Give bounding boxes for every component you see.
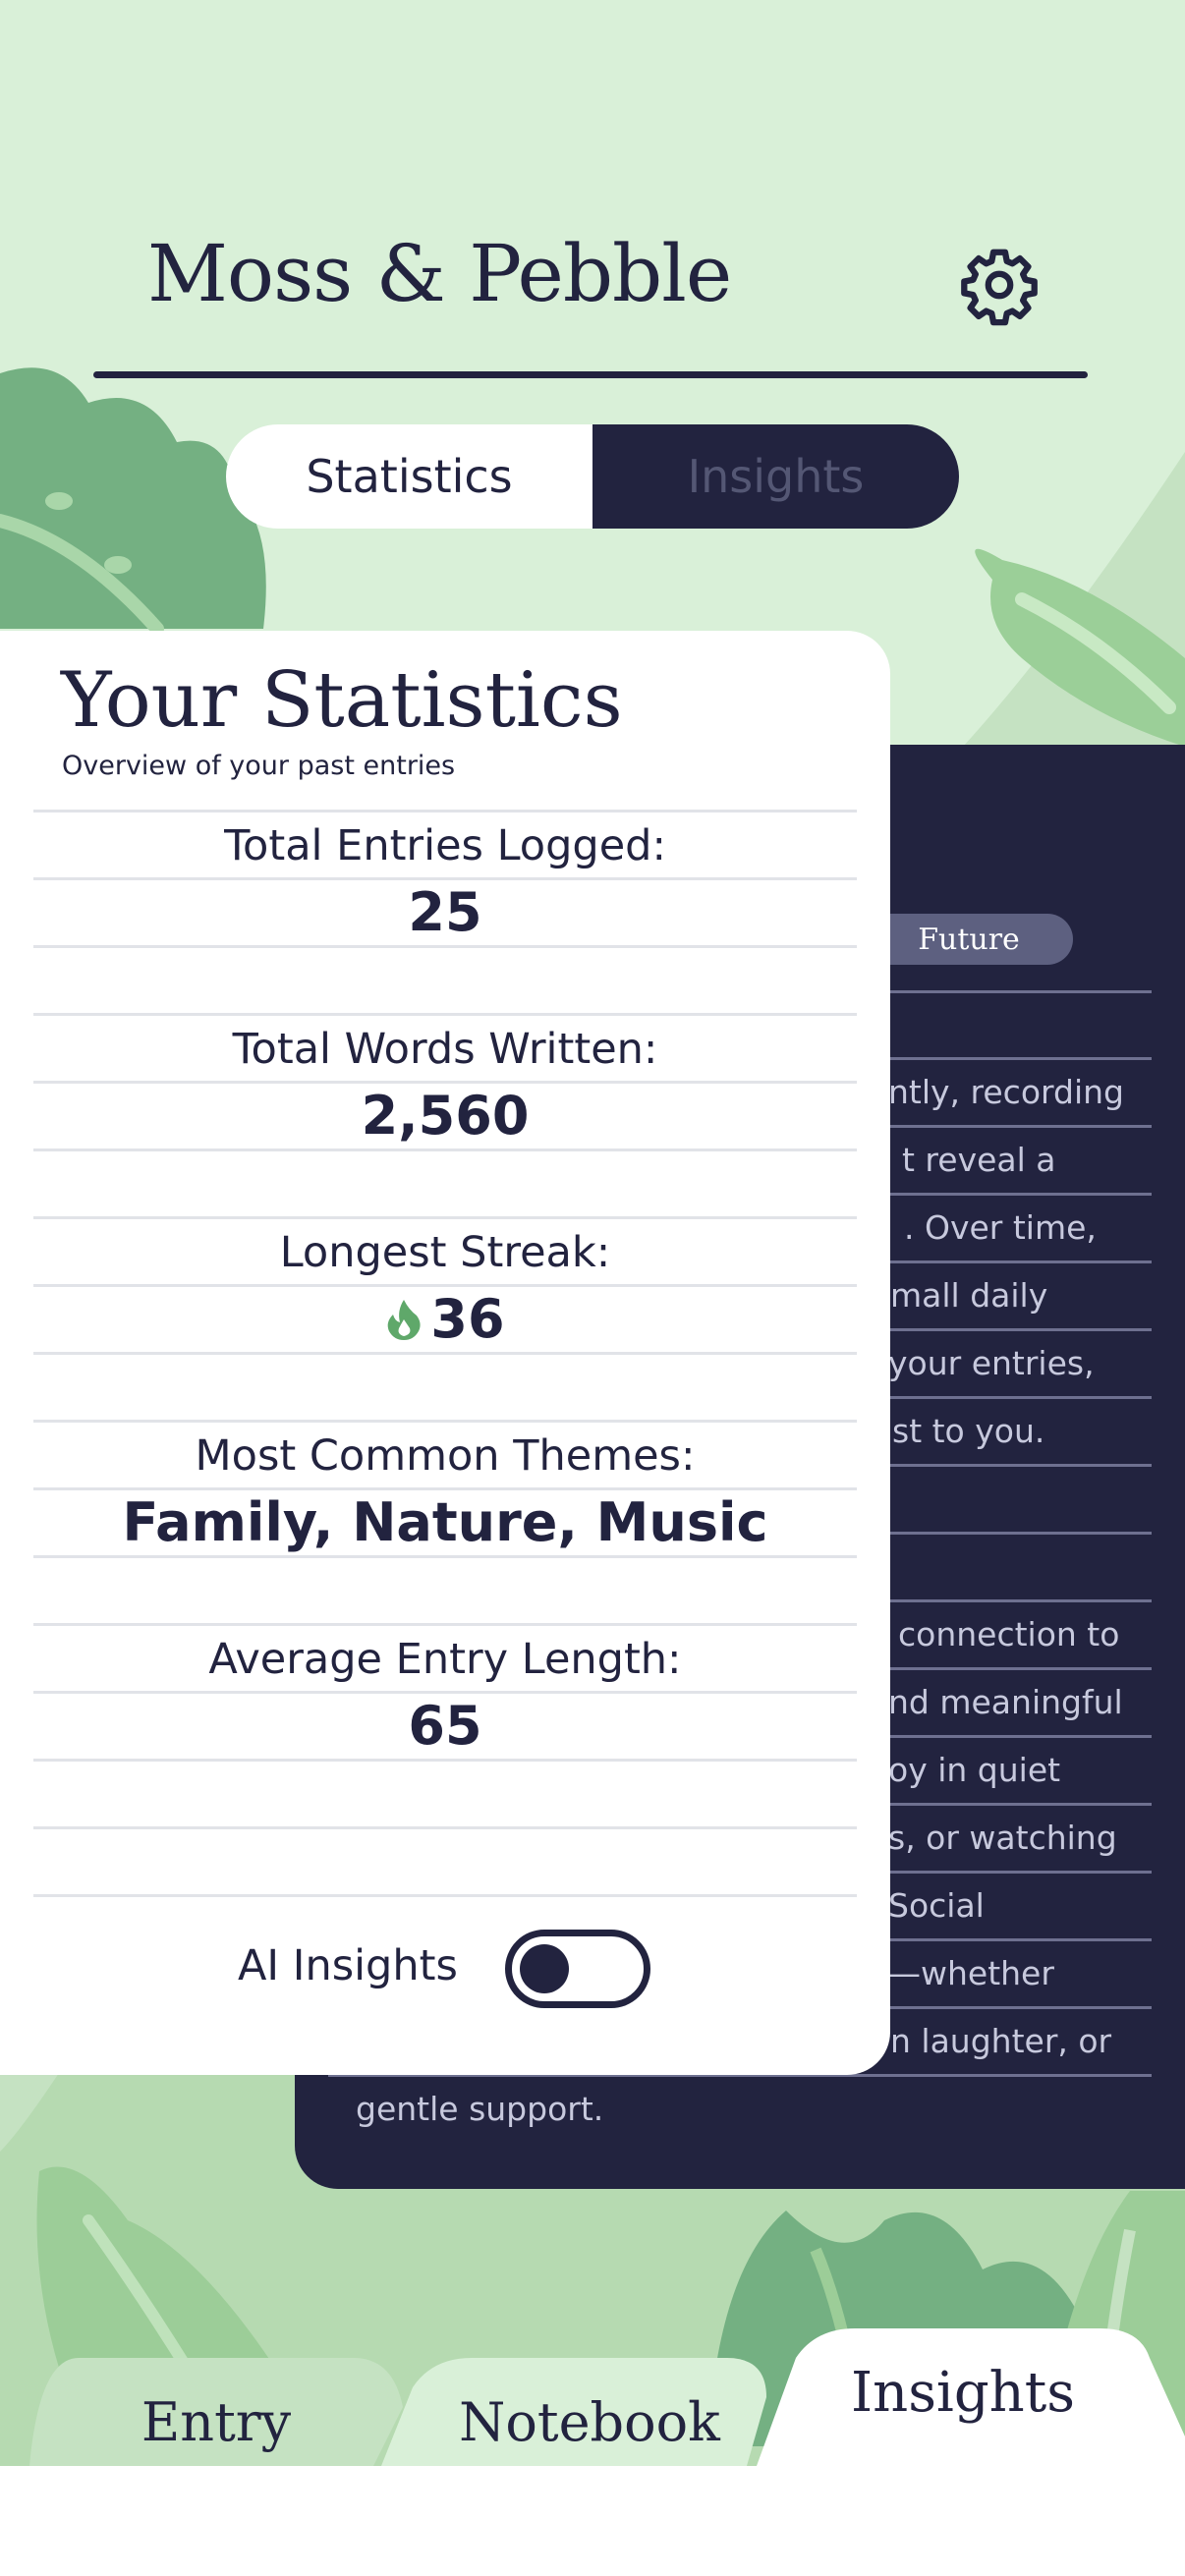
stat-label-streak: Longest Streak: [279,1228,611,1277]
statistics-title: Your Statistics [61,656,623,745]
statistics-subtitle: Overview of your past entries [62,751,456,781]
app-title: Moss & Pebble [147,228,732,319]
stat-value-themes: Family, Nature, Music [122,1491,768,1553]
insight-text: your entries, [888,1344,1095,1382]
tab-statistics[interactable]: Statistics [226,424,592,529]
insight-text: mall daily [890,1276,1048,1315]
divider [33,810,857,812]
insight-text: t reveal a [902,1141,1056,1179]
divider [33,1081,857,1084]
ai-insights-toggle[interactable] [505,1930,650,2008]
stat-label-words: Total Words Written: [232,1025,658,1074]
statistics-card: Your Statistics Overview of your past en… [0,631,890,2075]
insight-text: nd meaningful [888,1683,1123,1721]
divider [33,1691,857,1694]
divider [33,877,857,880]
divider [33,1352,857,1355]
future-pill[interactable]: Future [865,914,1073,965]
stat-value-streak: 36 [430,1288,505,1350]
stat-value-avg-length: 65 [408,1695,482,1757]
divider [33,1555,857,1558]
divider [33,945,857,948]
insight-text: —whether [888,1954,1054,1992]
insight-text: ntly, recording [888,1073,1124,1111]
gear-icon[interactable] [958,244,1041,326]
divider [33,1148,857,1151]
leaf-decoration-top-right [963,452,1185,747]
divider [33,1216,857,1219]
insight-text: Social [888,1886,985,1925]
stat-value-entries: 25 [408,881,482,943]
divider [33,1894,857,1897]
insight-text: s, or watching [888,1819,1117,1857]
nav-tab-insights[interactable]: Insights [816,2348,1110,2436]
divider [33,1284,857,1287]
stat-label-entries: Total Entries Logged: [224,821,666,870]
insight-text: n laughter, or [890,2022,1112,2060]
insight-text: . Over time, [904,1208,1097,1247]
divider [33,1826,857,1829]
nav-tab-notebook[interactable]: Notebook [432,2378,747,2466]
nav-tab-entry[interactable]: Entry [79,2378,354,2466]
divider [33,1623,857,1626]
header-divider [93,371,1088,378]
view-switcher: Statistics Insights [226,424,959,529]
tab-insights[interactable]: Insights [592,424,959,529]
stat-label-themes: Most Common Themes: [195,1431,696,1481]
toggle-knob [520,1944,569,1993]
insight-text: st to you. [892,1412,1045,1450]
divider [33,1759,857,1762]
divider [33,1420,857,1423]
stat-value-streak-row: 36 [0,1288,890,1350]
divider [33,1013,857,1016]
divider [33,1487,857,1490]
stat-value-words: 2,560 [361,1085,530,1147]
insight-text: gentle support. [356,2090,604,2128]
stat-label-avg-length: Average Entry Length: [208,1635,682,1684]
insight-text: connection to [898,1615,1120,1653]
flame-icon [388,1300,422,1340]
ai-insights-label: AI Insights [238,1941,458,1990]
insight-text: oy in quiet [888,1751,1061,1789]
